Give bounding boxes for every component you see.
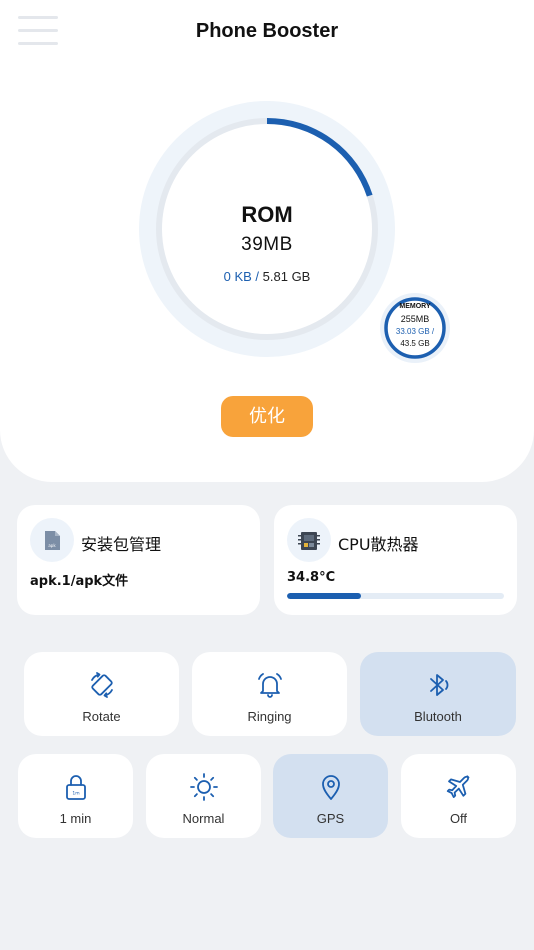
cpu-temperature-fill: [287, 593, 361, 599]
rom-separator: /: [251, 269, 263, 284]
apk-card-title: 安装包管理: [81, 535, 162, 554]
screen-timeout-label: 1 min: [59, 811, 92, 826]
memory-label: MEMORY: [399, 303, 431, 310]
rotate-toggle[interactable]: Rotate: [24, 652, 179, 736]
cpu-chip-icon: [287, 518, 331, 562]
apk-file-icon: apk: [30, 518, 74, 562]
rom-detail: 0 KB / 5.81 GB: [138, 269, 396, 284]
rom-gauge-text: ROM 39MB 0 KB / 5.81 GB: [138, 100, 396, 358]
memory-gauge-text: MEMORY 255MB 33.03 GB / 43.5 GB: [380, 293, 450, 363]
svg-text:1m: 1m: [72, 791, 79, 797]
cpu-temperature-bar: [287, 593, 504, 599]
location-icon: [273, 772, 388, 802]
rotate-label: Rotate: [82, 709, 121, 724]
lock-icon: 1m: [18, 772, 133, 802]
cpu-temperature: 34.8°C: [287, 570, 336, 585]
bluetooth-toggle[interactable]: Blutooth: [360, 652, 516, 736]
rom-value: 39MB: [241, 234, 293, 255]
ringing-toggle[interactable]: Ringing: [192, 652, 347, 736]
airplane-icon: [401, 772, 516, 802]
optimize-button[interactable]: 优化: [221, 396, 313, 437]
memory-used: 33.03 GB /: [395, 327, 435, 336]
apk-card-subtitle: apk.1/apk文件: [30, 574, 129, 589]
rotate-icon: [24, 670, 179, 700]
svg-text:apk: apk: [48, 543, 56, 548]
gps-toggle[interactable]: GPS: [273, 754, 388, 838]
rom-total: 5.81 GB: [262, 269, 311, 284]
page-title: Phone Booster: [195, 20, 339, 42]
bell-icon: [192, 670, 347, 700]
memory-total: 43.5 GB: [400, 339, 430, 348]
rom-label: ROM: [241, 202, 293, 227]
bluetooth-label: Blutooth: [414, 709, 462, 724]
gps-label: GPS: [316, 811, 345, 826]
brightness-toggle[interactable]: Normal: [146, 754, 261, 838]
rom-used: 0 KB: [223, 269, 252, 284]
cpu-card-title: CPU散热器: [338, 535, 419, 554]
ringing-label: Ringing: [247, 709, 292, 724]
cpu-cooler-card[interactable]: CPU散热器 34.8°C: [274, 505, 517, 615]
airplane-label: Off: [449, 811, 468, 826]
brightness-icon: [146, 772, 261, 802]
memory-value: 255MB: [400, 314, 430, 324]
bluetooth-icon: [360, 670, 516, 700]
screen-timeout-toggle[interactable]: 1m 1 min: [18, 754, 133, 838]
airplane-toggle[interactable]: Off: [401, 754, 516, 838]
apk-manager-card[interactable]: apk 安装包管理 apk.1/apk文件: [17, 505, 260, 615]
brightness-label: Normal: [182, 811, 225, 826]
